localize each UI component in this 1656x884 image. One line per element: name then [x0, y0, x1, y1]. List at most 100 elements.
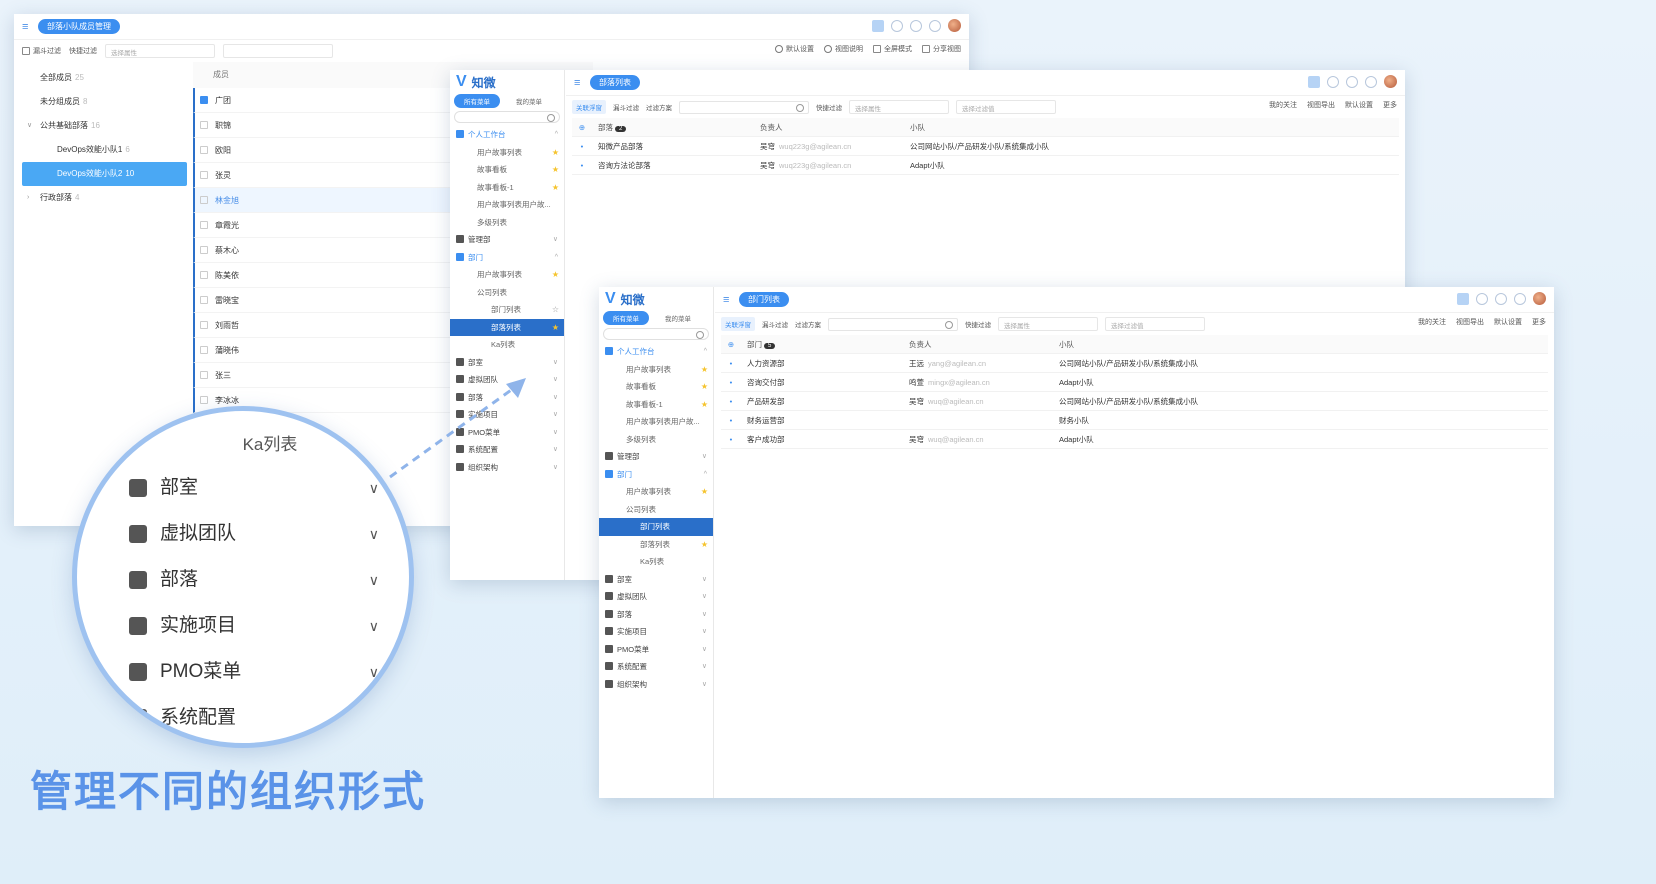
search-input[interactable]: [679, 100, 809, 114]
funnel-filter-button[interactable]: 漏斗过滤: [22, 46, 61, 56]
menu-virtual-team[interactable]: 虚拟团队 ∨: [599, 588, 713, 606]
checkbox[interactable]: [200, 246, 208, 254]
table-row[interactable]: • 产品研发部 吴穹 wuq@agilean.cn 公司网站小队/产品研发小队/系统集成…: [721, 392, 1548, 411]
table-row[interactable]: • 知微产品部落 吴穹 wuq223g@agilean.cn 公司网站小队/产品研发小队…: [572, 137, 1399, 156]
menu-item[interactable]: 公司列表: [450, 284, 564, 302]
checkbox[interactable]: [200, 321, 208, 329]
more-button[interactable]: 更多: [1383, 100, 1397, 110]
menu-personal[interactable]: 个人工作台 ^: [450, 126, 564, 144]
group-admin-tribe[interactable]: › 行政部落 4: [22, 186, 187, 210]
tab-my-menus[interactable]: 我的菜单: [506, 94, 552, 108]
default-settings-button[interactable]: 默认设置: [1494, 317, 1522, 327]
group-all[interactable]: 全部成员 25: [22, 66, 187, 90]
fullscreen-button[interactable]: 全屏模式: [873, 44, 912, 54]
star-icon[interactable]: ★: [701, 378, 708, 396]
tab-my-menus[interactable]: 我的菜单: [655, 311, 701, 325]
tab-all-menus[interactable]: 所有菜单: [454, 94, 500, 108]
group-ungrouped[interactable]: 未分组成员 8: [22, 90, 187, 114]
menu-org[interactable]: 组织架构 ∨: [599, 676, 713, 694]
view-help-button[interactable]: 视图说明: [824, 44, 863, 54]
headset-icon[interactable]: [1327, 75, 1339, 88]
group-devops-1[interactable]: DevOps效能小队1 6: [22, 138, 187, 162]
menu-item[interactable]: 部门列表 ☆: [450, 301, 564, 319]
star-icon[interactable]: ★: [552, 161, 559, 179]
share-view-button[interactable]: 分享视图: [922, 44, 961, 54]
star-icon[interactable]: ★: [701, 361, 708, 379]
star-icon[interactable]: ★: [552, 266, 559, 284]
value-select[interactable]: [223, 44, 333, 58]
value-select[interactable]: 选择过滤值: [956, 100, 1056, 114]
headset-icon[interactable]: [891, 19, 903, 32]
star-outline-icon[interactable]: ☆: [552, 301, 559, 319]
attr-select[interactable]: 选择属性: [998, 317, 1098, 331]
avatar[interactable]: [1533, 292, 1546, 305]
menu-search-input[interactable]: [454, 111, 560, 123]
mag-item-office[interactable]: 部室 ∨: [115, 465, 385, 511]
checkbox[interactable]: [200, 296, 208, 304]
menu-item[interactable]: 部落列表 ★: [599, 536, 713, 554]
bell-icon[interactable]: [1346, 75, 1358, 88]
default-settings-button[interactable]: 默认设置: [775, 44, 814, 54]
checkbox[interactable]: [200, 271, 208, 279]
checkbox[interactable]: [200, 346, 208, 354]
default-settings-button[interactable]: 默认设置: [1345, 100, 1373, 110]
table-row[interactable]: • 咨询方法论部落 吴穹 wuq223g@agilean.cn Adapt小队: [572, 156, 1399, 175]
menu-office[interactable]: 部室 ∨: [599, 571, 713, 589]
link-popup-button[interactable]: 关联浮窗: [721, 317, 755, 331]
mag-item-virtual-team[interactable]: 虚拟团队 ∨: [115, 511, 385, 557]
chevron-right-icon[interactable]: ›: [27, 186, 29, 210]
group-public-tribe[interactable]: ∨ 公共基础部落 16: [22, 114, 187, 138]
checkbox[interactable]: [200, 146, 208, 154]
menu-personal[interactable]: 个人工作台 ^: [599, 343, 713, 361]
checkbox[interactable]: [200, 96, 208, 104]
checkbox[interactable]: [200, 396, 208, 404]
avatar[interactable]: [948, 19, 961, 32]
menu-item[interactable]: 多级列表: [450, 214, 564, 232]
menu-item[interactable]: 用户故事列表 ★: [599, 361, 713, 379]
funnel-filter-button[interactable]: 漏斗过滤: [613, 102, 639, 112]
menu-icon[interactable]: ≡: [22, 21, 32, 32]
link-popup-button[interactable]: 关联浮窗: [572, 100, 606, 114]
headset-icon[interactable]: [1476, 292, 1488, 305]
search-input[interactable]: [828, 317, 958, 331]
chat-icon[interactable]: [1365, 75, 1377, 88]
tab-all-menus[interactable]: 所有菜单: [603, 311, 649, 325]
menu-office[interactable]: 部室 ∨: [450, 354, 564, 372]
star-icon[interactable]: ★: [701, 396, 708, 414]
star-icon[interactable]: ★: [552, 179, 559, 197]
menu-item[interactable]: 用户故事列表用户故...: [599, 413, 713, 431]
menu-item[interactable]: 故事看板 ★: [599, 378, 713, 396]
checkbox[interactable]: [200, 171, 208, 179]
group-devops-2[interactable]: DevOps效能小队2 10: [22, 162, 187, 186]
menu-item[interactable]: 用户故事列表 ★: [450, 266, 564, 284]
chat-icon[interactable]: [929, 19, 941, 32]
star-icon[interactable]: ★: [552, 144, 559, 162]
menu-item-tribe-list[interactable]: 部落列表 ★: [450, 318, 564, 337]
menu-pmo[interactable]: PMO菜单 ∨: [599, 641, 713, 659]
menu-item[interactable]: 公司列表: [599, 501, 713, 519]
star-icon[interactable]: ★: [552, 319, 559, 337]
funnel-filter-button[interactable]: 漏斗过滤: [762, 319, 788, 329]
bell-icon[interactable]: [910, 19, 922, 32]
menu-virtual-team[interactable]: 虚拟团队 ∨: [450, 371, 564, 389]
grid-icon[interactable]: [1308, 75, 1320, 88]
menu-icon[interactable]: ≡: [723, 294, 733, 305]
grid-icon[interactable]: [1457, 292, 1469, 305]
menu-item[interactable]: Ka列表: [599, 553, 713, 571]
bell-icon[interactable]: [1495, 292, 1507, 305]
value-select[interactable]: 选择过滤值: [1105, 317, 1205, 331]
menu-project[interactable]: 实施项目 ∨: [599, 623, 713, 641]
filter-scheme-button[interactable]: 过滤方案: [795, 319, 821, 329]
follow-button[interactable]: 我的关注: [1269, 100, 1297, 110]
menu-pmo[interactable]: PMO菜单 ∨: [450, 424, 564, 442]
more-button[interactable]: 更多: [1532, 317, 1546, 327]
checkbox[interactable]: [200, 121, 208, 129]
export-button[interactable]: 视图导出: [1307, 100, 1335, 110]
menu-mgmt[interactable]: 管理部 ∨: [450, 231, 564, 249]
menu-dept[interactable]: 部门 ^: [450, 249, 564, 267]
avatar[interactable]: [1384, 75, 1397, 88]
attr-select[interactable]: 选择属性: [849, 100, 949, 114]
menu-tribe[interactable]: 部落 ∨: [599, 606, 713, 624]
menu-item[interactable]: 用户故事列表 ★: [450, 144, 564, 162]
add-icon[interactable]: ⊕: [721, 340, 741, 349]
